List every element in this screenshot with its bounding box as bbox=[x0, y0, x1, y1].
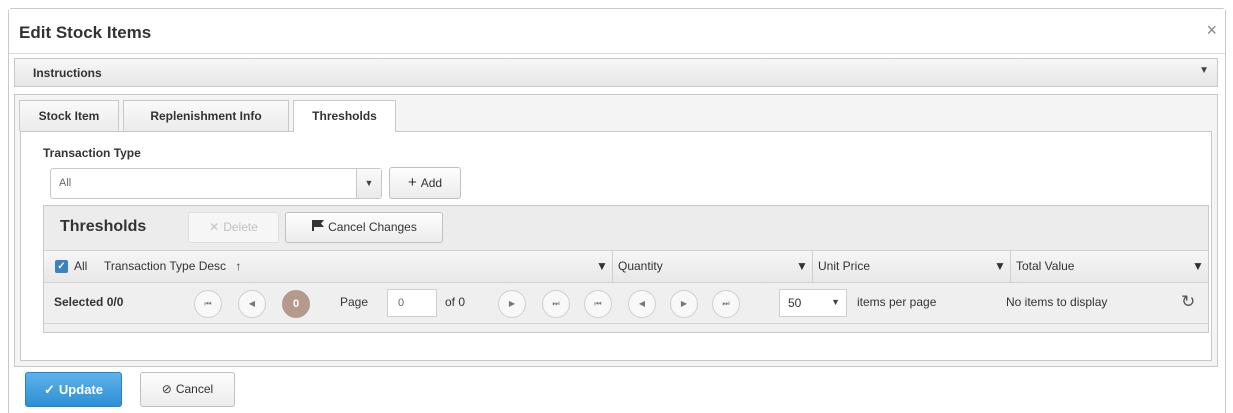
add-button[interactable]: + Add bbox=[389, 167, 461, 199]
add-button-label: Add bbox=[420, 176, 443, 190]
instructions-label: Instructions bbox=[33, 66, 102, 80]
transaction-type-value: All bbox=[59, 177, 72, 189]
current-page-indicator[interactable]: 0 bbox=[282, 290, 310, 318]
column-divider bbox=[612, 251, 613, 282]
tab-thresholds[interactable]: Thresholds bbox=[293, 100, 396, 132]
grid-title: Thresholds bbox=[60, 218, 147, 235]
page-size-select[interactable]: 50 ▼ bbox=[779, 289, 847, 317]
dialog-titlebar: Edit Stock Items × bbox=[9, 9, 1225, 54]
instructions-panel-header[interactable]: Instructions ▼ bbox=[14, 58, 1218, 87]
selected-count: Selected 0/0 bbox=[54, 295, 124, 309]
filter-icon[interactable]: ▼ bbox=[1192, 259, 1204, 273]
expand-arrow-icon[interactable]: ▼ bbox=[1199, 65, 1209, 76]
cancel-changes-label: Cancel Changes bbox=[328, 220, 417, 234]
column-header-unit-price[interactable]: Unit Price bbox=[818, 251, 870, 282]
cancel-changes-button[interactable]: Cancel Changes bbox=[285, 212, 443, 243]
chevron-down-icon[interactable]: ▼ bbox=[831, 297, 840, 307]
tab-strip-container: Stock Item Replenishment Info Thresholds… bbox=[14, 94, 1218, 367]
transaction-type-label: Transaction Type bbox=[43, 146, 141, 160]
tab-replenishment-info[interactable]: Replenishment Info bbox=[123, 100, 289, 131]
column-divider bbox=[812, 251, 813, 282]
refresh-icon[interactable]: ↻ bbox=[1181, 292, 1195, 312]
filter-icon[interactable]: ▼ bbox=[596, 259, 608, 273]
first-page-icon[interactable]: ⏮ bbox=[584, 290, 612, 318]
cancel-circle-icon: ⊘ bbox=[161, 382, 172, 396]
last-page-icon[interactable]: ⏭ bbox=[712, 290, 740, 318]
delete-button-label: Delete bbox=[223, 220, 258, 234]
grid-toolbar: Thresholds ✕ Delete Cancel Changes bbox=[44, 206, 1208, 251]
select-all-checkbox[interactable]: ✓ bbox=[55, 260, 68, 273]
grid-header-row: ✓ All Transaction Type Desc ↑ ▼ Quantity… bbox=[44, 251, 1208, 283]
no-items-message: No items to display bbox=[1006, 295, 1108, 309]
column-label: Transaction Type Desc bbox=[104, 259, 227, 273]
thresholds-tab-panel: Transaction Type All ▼ + Add Thresholds ✕… bbox=[20, 131, 1212, 361]
delete-x-icon: ✕ bbox=[209, 220, 220, 234]
previous-page-icon[interactable]: ◀ bbox=[628, 290, 656, 318]
edit-stock-items-dialog: Edit Stock Items × Instructions ▼ Stock … bbox=[8, 8, 1226, 413]
grid-pager: Selected 0/0 ⏮ ◀ 0 Page 0 of 0 ▶ ⏭ ⏮ ◀ ▶… bbox=[44, 283, 1208, 324]
last-page-icon[interactable]: ⏭ bbox=[542, 290, 570, 318]
column-divider bbox=[1010, 251, 1011, 282]
next-page-icon[interactable]: ▶ bbox=[498, 290, 526, 318]
tab-stock-item[interactable]: Stock Item bbox=[19, 100, 119, 131]
update-button[interactable]: ✓ Update bbox=[25, 372, 122, 407]
sort-ascending-icon: ↑ bbox=[235, 259, 242, 273]
chevron-down-icon[interactable]: ▼ bbox=[356, 169, 381, 198]
checkmark-icon: ✓ bbox=[44, 382, 55, 397]
thresholds-grid: Thresholds ✕ Delete Cancel Changes ✓ All … bbox=[43, 205, 1209, 333]
column-header-quantity[interactable]: Quantity bbox=[618, 251, 663, 282]
dialog-title: Edit Stock Items bbox=[19, 23, 152, 42]
filter-icon[interactable]: ▼ bbox=[796, 259, 808, 273]
plus-icon: + bbox=[407, 174, 417, 191]
page-size-value: 50 bbox=[788, 296, 802, 310]
previous-page-icon[interactable]: ◀ bbox=[238, 290, 266, 318]
next-page-icon[interactable]: ▶ bbox=[670, 290, 698, 318]
page-number-input[interactable]: 0 bbox=[387, 289, 437, 317]
delete-button[interactable]: ✕ Delete bbox=[188, 212, 279, 243]
flag-icon bbox=[311, 213, 325, 242]
filter-icon[interactable]: ▼ bbox=[994, 259, 1006, 273]
page-label: Page bbox=[340, 295, 369, 309]
page-of-label: of 0 bbox=[445, 295, 466, 309]
items-per-page-label: items per page bbox=[857, 295, 937, 309]
transaction-type-select[interactable]: All ▼ bbox=[50, 168, 382, 199]
first-page-icon[interactable]: ⏮ bbox=[194, 290, 222, 318]
close-icon[interactable]: × bbox=[1206, 21, 1217, 39]
cancel-button[interactable]: ⊘ Cancel bbox=[140, 372, 235, 407]
update-button-label: Update bbox=[58, 382, 103, 397]
cancel-button-label: Cancel bbox=[175, 382, 214, 396]
select-all-label: All bbox=[74, 259, 88, 273]
column-header-total-value[interactable]: Total Value bbox=[1016, 251, 1074, 282]
column-header-transaction-type-desc[interactable]: Transaction Type Desc ↑ bbox=[104, 251, 241, 282]
